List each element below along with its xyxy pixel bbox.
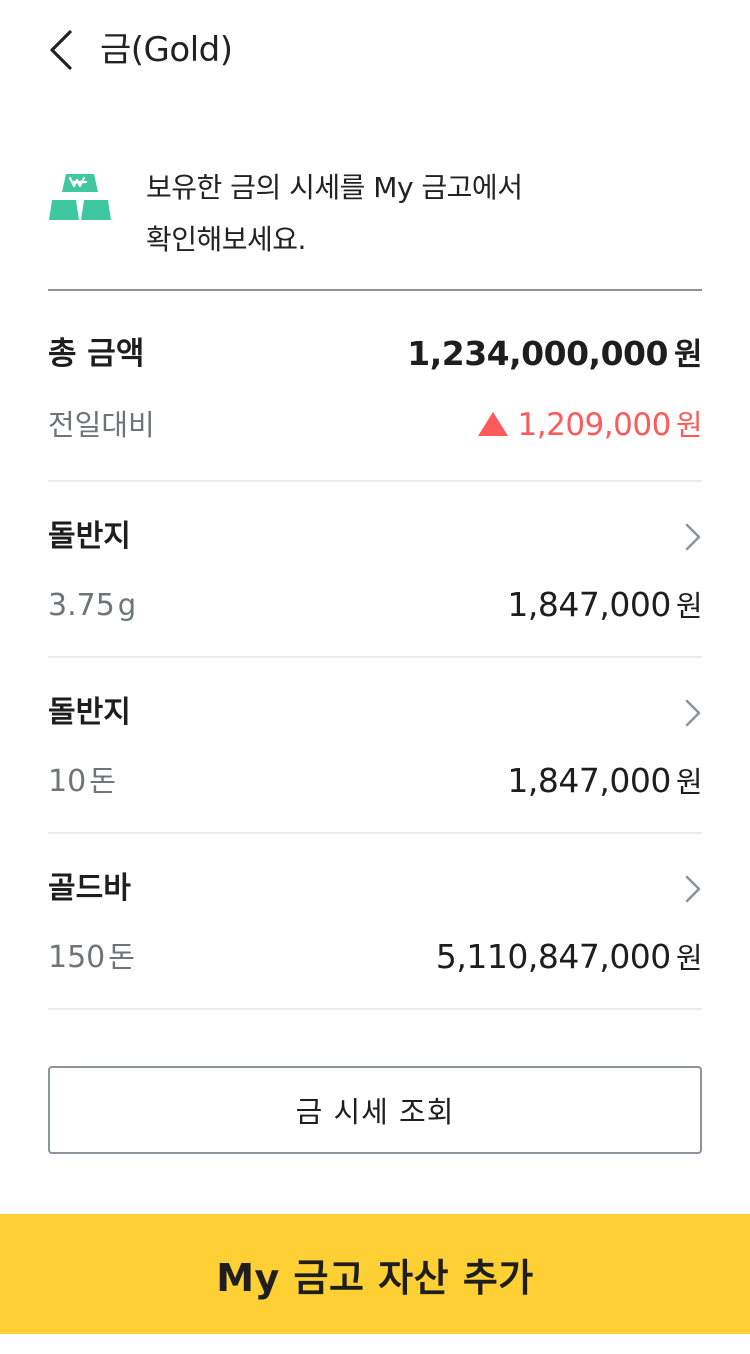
app-header: 금(Gold) bbox=[0, 0, 750, 100]
asset-item[interactable]: 돌반지 10 돈 1,847,000 원 bbox=[48, 658, 703, 832]
total-amount-value: 1,234,000,000 bbox=[407, 334, 668, 373]
asset-price-unit: 원 bbox=[675, 941, 703, 975]
chevron-right-icon bbox=[685, 875, 701, 903]
intro-message: 보유한 금의 시세를 My 금고에서 확인해보세요. bbox=[146, 171, 523, 256]
chevron-right-icon bbox=[685, 523, 701, 551]
daily-change-label: 전일대비 bbox=[48, 408, 155, 442]
asset-price-value: 1,847,000 bbox=[507, 761, 671, 800]
row-divider bbox=[48, 1008, 702, 1010]
total-amount: 1,234,000,000 원 bbox=[407, 326, 702, 383]
asset-item[interactable]: 골드바 150 돈 5,110,847,000 원 bbox=[48, 834, 703, 1008]
asset-quantity: 150 돈 bbox=[48, 932, 135, 983]
gold-bars-icon bbox=[49, 174, 111, 220]
total-label: 총 금액 bbox=[48, 336, 145, 372]
section-divider bbox=[48, 289, 702, 291]
page-title: 금(Gold) bbox=[100, 30, 233, 70]
chevron-right-icon bbox=[685, 699, 701, 727]
asset-quantity-value: 3.75 bbox=[48, 588, 115, 623]
intro-banner: 보유한 금의 시세를 My 금고에서 확인해보세요. bbox=[48, 160, 702, 290]
asset-price-value: 1,847,000 bbox=[507, 585, 671, 624]
asset-price: 1,847,000 원 bbox=[507, 580, 702, 631]
asset-quantity-unit: g bbox=[117, 588, 137, 622]
asset-quantity-value: 10 bbox=[48, 764, 87, 799]
asset-name: 돌반지 bbox=[48, 695, 131, 730]
asset-quantity-unit: 돈 bbox=[108, 940, 135, 974]
asset-price-unit: 원 bbox=[675, 765, 703, 799]
chevron-left-icon bbox=[50, 30, 72, 70]
asset-item[interactable]: 돌반지 3.75 g 1,847,000 원 bbox=[48, 482, 703, 656]
back-button[interactable] bbox=[46, 28, 80, 72]
daily-change-unit: 원 bbox=[675, 408, 703, 442]
asset-price-unit: 원 bbox=[675, 589, 703, 623]
asset-quantity: 3.75 g bbox=[48, 580, 136, 631]
add-asset-button[interactable]: My 금고 자산 추가 bbox=[0, 1214, 750, 1334]
asset-price: 5,110,847,000 원 bbox=[435, 932, 703, 983]
asset-name: 골드바 bbox=[48, 871, 131, 906]
gold-price-lookup-button[interactable]: 금 시세 조회 bbox=[48, 1066, 702, 1154]
total-amount-unit: 원 bbox=[673, 337, 703, 373]
asset-quantity-unit: 돈 bbox=[89, 764, 116, 798]
asset-name: 돌반지 bbox=[48, 519, 131, 554]
triangle-up-icon bbox=[477, 412, 508, 436]
asset-quantity: 10 돈 bbox=[48, 756, 116, 807]
total-amount-row: 총 금액 1,234,000,000 원 bbox=[48, 326, 703, 383]
asset-quantity-value: 150 bbox=[48, 940, 106, 975]
asset-price: 1,847,000 원 bbox=[507, 756, 702, 807]
daily-change-row: 전일대비 1,209,000 원 bbox=[48, 400, 703, 450]
daily-change-value: 1,209,000 원 bbox=[477, 400, 703, 450]
asset-price-value: 5,110,847,000 bbox=[435, 937, 671, 976]
daily-change-amount: 1,209,000 bbox=[517, 407, 672, 443]
